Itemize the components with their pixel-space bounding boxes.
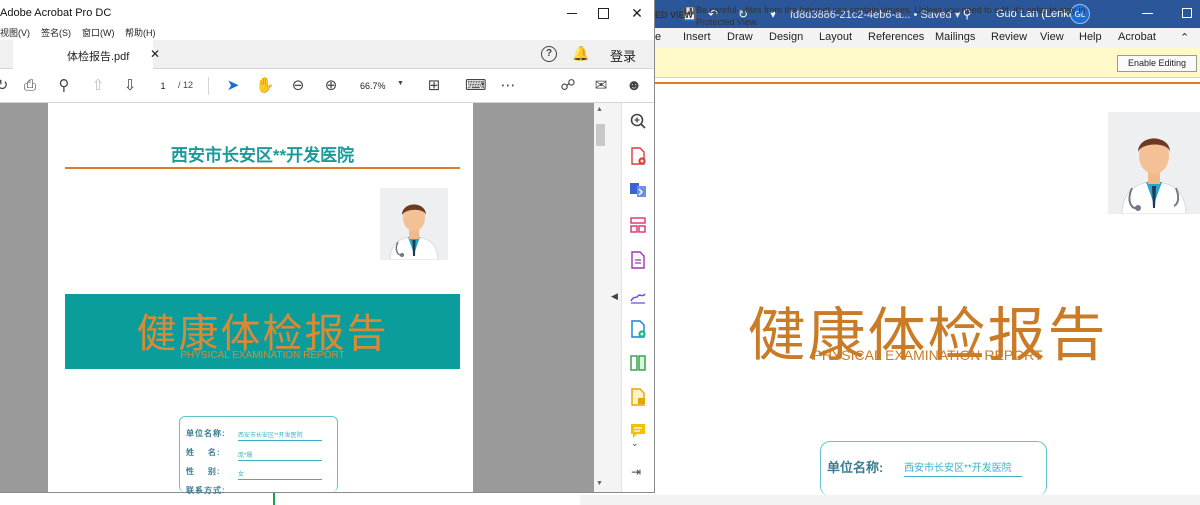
tab-draw[interactable]: Draw bbox=[727, 31, 753, 43]
field-label-gender: 性 别: bbox=[186, 467, 221, 476]
zoom-in-icon[interactable]: ⊕ bbox=[321, 76, 341, 96]
hospital-name: 西安市长安区**开发医院 bbox=[170, 146, 355, 165]
menu-sign[interactable]: 签名(S) bbox=[41, 26, 71, 39]
title-rule bbox=[65, 167, 460, 169]
zoom-out-icon[interactable]: ⊖ bbox=[288, 76, 308, 96]
report-title-en: PHYSICAL EXAMINATION REPORT bbox=[812, 347, 1043, 363]
toolbar-divider bbox=[208, 77, 209, 95]
scrollbar-thumb[interactable] bbox=[596, 124, 605, 146]
desktop: 💾 ↶ ↻ ▾ fd8d3886-21c2-4eb6-a... • Saved … bbox=[0, 0, 1200, 505]
next-page-icon[interactable]: ⇩ bbox=[120, 76, 140, 96]
tab-home[interactable]: e bbox=[655, 31, 661, 43]
field-value-name: 庞*珊 bbox=[238, 450, 322, 461]
fill-sign-icon[interactable] bbox=[629, 286, 647, 304]
card-label-unit: 单位名称: bbox=[827, 460, 884, 475]
field-label-contact: 联系方式: bbox=[186, 486, 226, 495]
tab-layout[interactable]: Layout bbox=[819, 31, 852, 43]
page-number-input[interactable]: 1 bbox=[151, 78, 175, 94]
window-title: Adobe Acrobat Pro DC bbox=[0, 7, 112, 19]
page-total: / 12 bbox=[178, 80, 194, 90]
vertical-scrollbar[interactable] bbox=[594, 103, 608, 492]
select-arrow-icon[interactable]: ➤ bbox=[223, 76, 243, 96]
help-icon[interactable]: ? bbox=[541, 46, 557, 62]
card-value-unit: 西安市长安区**开发医院 bbox=[904, 459, 1022, 477]
minimize-button[interactable] bbox=[561, 4, 583, 22]
menu-help[interactable]: 帮助(H) bbox=[125, 26, 156, 39]
compare-files-icon[interactable] bbox=[629, 354, 647, 372]
field-label-name: 姓 名: bbox=[186, 448, 221, 457]
bell-icon[interactable]: 🔔 bbox=[572, 45, 589, 62]
keyboard-icon[interactable]: ⌨ bbox=[465, 76, 487, 96]
hand-icon[interactable]: ✋ bbox=[255, 76, 275, 96]
chevron-down-icon[interactable]: ⌄ bbox=[631, 438, 639, 449]
tab-references[interactable]: References bbox=[868, 31, 924, 43]
collapse-ribbon-icon[interactable]: ⌃ bbox=[1180, 31, 1189, 44]
drag-marker bbox=[273, 493, 275, 505]
more-icon[interactable]: ⋯ bbox=[498, 76, 518, 96]
sync-icon[interactable]: ↻ bbox=[0, 76, 12, 96]
maximize-icon[interactable] bbox=[1182, 8, 1192, 18]
menu-bar: 视图(V) 签名(S) 窗口(W) 帮助(H) bbox=[0, 26, 654, 40]
zoom-tool-icon[interactable] bbox=[629, 112, 647, 130]
field-value-gender: 女 bbox=[238, 469, 322, 480]
doctor-image bbox=[380, 188, 448, 261]
expand-panel-icon[interactable]: ⇥ bbox=[631, 465, 641, 479]
acrobat-titlebar: Adobe Acrobat Pro DC ✕ bbox=[0, 0, 654, 26]
combine-files-icon[interactable] bbox=[629, 181, 647, 199]
menu-window[interactable]: 窗口(W) bbox=[82, 26, 115, 39]
page-fit-icon[interactable]: ⊞ bbox=[424, 76, 444, 96]
protected-view-message: Be careful—files from the Internet can c… bbox=[696, 5, 1086, 27]
enable-editing-button[interactable]: Enable Editing bbox=[1117, 55, 1197, 72]
tab-acrobat[interactable]: Acrobat bbox=[1118, 31, 1156, 43]
tab-review[interactable]: Review bbox=[991, 31, 1027, 43]
tab-view[interactable]: View bbox=[1040, 31, 1064, 43]
tab-mailings[interactable]: Mailings bbox=[935, 31, 975, 43]
edit-pdf-icon[interactable] bbox=[629, 251, 647, 269]
word-statusbar bbox=[580, 495, 1200, 505]
doctor-image bbox=[1108, 112, 1200, 215]
minimize-icon[interactable] bbox=[1142, 13, 1153, 14]
menu-view[interactable]: 视图(V) bbox=[0, 26, 30, 39]
acrobat-window: Adobe Acrobat Pro DC ✕ 视图(V) 签名(S) 窗口(W)… bbox=[0, 0, 655, 495]
tab-help[interactable]: Help bbox=[1079, 31, 1102, 43]
create-pdf-icon[interactable] bbox=[629, 147, 647, 165]
field-value-unit: 西安市长安区**开发医院 bbox=[238, 430, 322, 441]
tab-document[interactable]: 体检报告.pdf ✕ bbox=[13, 40, 160, 69]
chevron-down-icon[interactable]: ▼ bbox=[397, 80, 404, 87]
print-icon[interactable]: ⎙ bbox=[20, 76, 40, 96]
export-pdf-icon[interactable] bbox=[629, 320, 647, 338]
add-user-icon[interactable]: ☻ bbox=[624, 76, 644, 96]
close-button[interactable]: ✕ bbox=[626, 4, 648, 22]
share-link-icon[interactable]: ☍ bbox=[558, 76, 578, 96]
organize-pages-icon[interactable] bbox=[629, 216, 647, 234]
field-label-unit: 单位名称: bbox=[186, 429, 226, 438]
login-button[interactable]: 登录 bbox=[610, 46, 636, 65]
header-rule bbox=[655, 82, 1200, 84]
tab-label: 体检报告.pdf bbox=[67, 51, 130, 63]
prev-page-icon[interactable]: ⇧ bbox=[88, 76, 108, 96]
banner-title-en: PHYSICAL EXAMINATION REPORT bbox=[180, 350, 345, 361]
protect-icon[interactable] bbox=[629, 388, 647, 406]
protected-view-title: ED VIEW bbox=[655, 10, 694, 20]
scroll-down-icon[interactable]: ▼ bbox=[596, 480, 603, 487]
zoom-search-icon[interactable]: ⚲ bbox=[54, 76, 74, 96]
maximize-button[interactable] bbox=[592, 4, 614, 22]
close-icon[interactable]: ✕ bbox=[150, 47, 160, 61]
mail-icon[interactable]: ✉ bbox=[591, 76, 611, 96]
scroll-up-icon[interactable]: ▲ bbox=[596, 106, 603, 113]
collapse-panel-icon[interactable]: ◀ bbox=[611, 291, 618, 302]
tab-insert[interactable]: Insert bbox=[683, 31, 711, 43]
tab-design[interactable]: Design bbox=[769, 31, 803, 43]
